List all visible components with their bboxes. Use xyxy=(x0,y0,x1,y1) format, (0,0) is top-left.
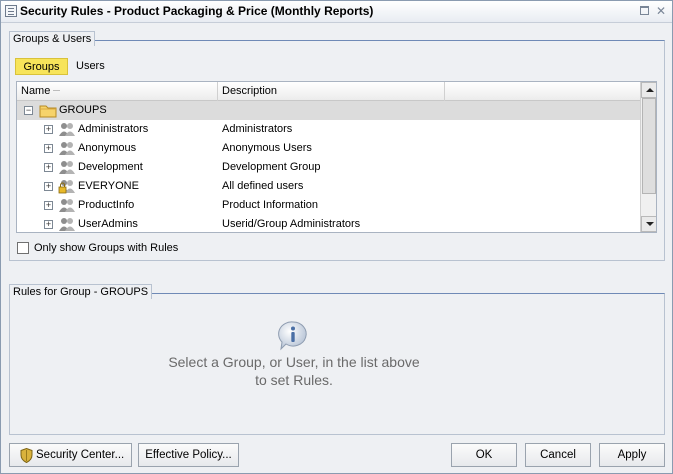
group-description: Administrators xyxy=(222,123,293,135)
group-name: ProductInfo xyxy=(78,199,135,211)
tree-row-label: GROUPS xyxy=(59,104,107,116)
close-button[interactable]: ✕ xyxy=(654,4,668,18)
group-name: EVERYONE xyxy=(78,180,139,192)
group-icon xyxy=(59,199,75,212)
group-description: Product Information xyxy=(222,199,318,211)
expand-icon[interactable]: + xyxy=(44,144,53,153)
restore-icon xyxy=(640,6,649,15)
only-rules-label: Only show Groups with Rules xyxy=(34,242,179,254)
column-header-blank[interactable] xyxy=(445,82,640,101)
groups-list: Name Description − GROUPS + Administrato… xyxy=(16,81,657,233)
cancel-button[interactable]: Cancel xyxy=(525,443,591,467)
expand-icon[interactable]: + xyxy=(44,182,53,191)
sort-indicator-icon xyxy=(53,90,60,91)
group-icon xyxy=(59,218,75,231)
group-icon xyxy=(59,123,75,136)
group-name: Administrators xyxy=(78,123,149,135)
list-vertical-scrollbar[interactable] xyxy=(640,82,656,232)
scroll-up-button[interactable] xyxy=(641,82,656,98)
shield-icon xyxy=(20,448,33,463)
rules-empty-message: Select a Group, or User, in the list abo… xyxy=(131,353,457,389)
column-header-description[interactable]: Description xyxy=(218,82,445,101)
tree-row-productinfo[interactable]: + ProductInfo Product Information xyxy=(17,196,640,215)
apply-button[interactable]: Apply xyxy=(599,443,665,467)
info-icon xyxy=(278,321,307,351)
groups-users-legend: Groups & Users xyxy=(9,31,96,46)
group-icon xyxy=(59,142,75,155)
group-lock-icon xyxy=(58,180,75,194)
group-icon xyxy=(59,161,75,174)
expand-icon[interactable]: + xyxy=(44,220,53,229)
rules-legend: Rules for Group - GROUPS xyxy=(9,284,153,299)
only-rules-checkbox[interactable] xyxy=(17,242,29,254)
effective-policy-button[interactable]: Effective Policy... xyxy=(138,443,239,467)
security-center-button[interactable]: Security Center... xyxy=(9,443,132,467)
title-bar[interactable]: Security Rules - Product Packaging & Pri… xyxy=(1,1,672,23)
group-name: UserAdmins xyxy=(78,218,138,230)
list-header: Name Description xyxy=(17,82,640,101)
rules-message-line-2: to set Rules. xyxy=(255,372,333,388)
ok-button[interactable]: OK xyxy=(451,443,517,467)
window-menu-icon[interactable] xyxy=(5,5,17,17)
restore-button[interactable] xyxy=(638,4,652,18)
scroll-down-button[interactable] xyxy=(641,216,656,232)
group-description: Userid/Group Administrators xyxy=(222,218,361,230)
security-center-label: Security Center... xyxy=(36,449,125,461)
group-name: Anonymous xyxy=(78,142,137,154)
group-description: Anonymous Users xyxy=(222,142,312,154)
tree-row-everyone[interactable]: + EVERYONE All defined users xyxy=(17,177,640,196)
tree-row-useradmins[interactable]: + UserAdmins Userid/Group Administrators xyxy=(17,215,640,232)
tab-users[interactable]: Users xyxy=(70,58,110,75)
tree-row-groups[interactable]: − GROUPS xyxy=(17,101,640,120)
expand-icon[interactable]: + xyxy=(44,125,53,134)
tree-row-development[interactable]: + Development Development Group xyxy=(17,158,640,177)
security-rules-dialog: Security Rules - Product Packaging & Pri… xyxy=(0,0,673,474)
window-title: Security Rules - Product Packaging & Pri… xyxy=(20,4,374,18)
expand-icon[interactable]: + xyxy=(44,201,53,210)
column-header-name-label: Name xyxy=(21,85,51,97)
tab-groups[interactable]: Groups xyxy=(15,58,68,75)
tree-row-administrators[interactable]: + Administrators Administrators xyxy=(17,120,640,139)
group-description: Development Group xyxy=(222,161,321,173)
collapse-icon[interactable]: − xyxy=(24,106,33,115)
rules-message-line-1: Select a Group, or User, in the list abo… xyxy=(168,354,420,370)
tree-row-anonymous[interactable]: + Anonymous Anonymous Users xyxy=(17,139,640,158)
scroll-thumb[interactable] xyxy=(642,98,656,194)
expand-icon[interactable]: + xyxy=(44,163,53,172)
group-description: All defined users xyxy=(222,180,304,192)
list-rows: − GROUPS + Administrators Administrators… xyxy=(17,101,640,232)
folder-icon xyxy=(39,105,57,118)
group-name: Development xyxy=(78,161,143,173)
column-header-name[interactable]: Name xyxy=(17,82,218,101)
